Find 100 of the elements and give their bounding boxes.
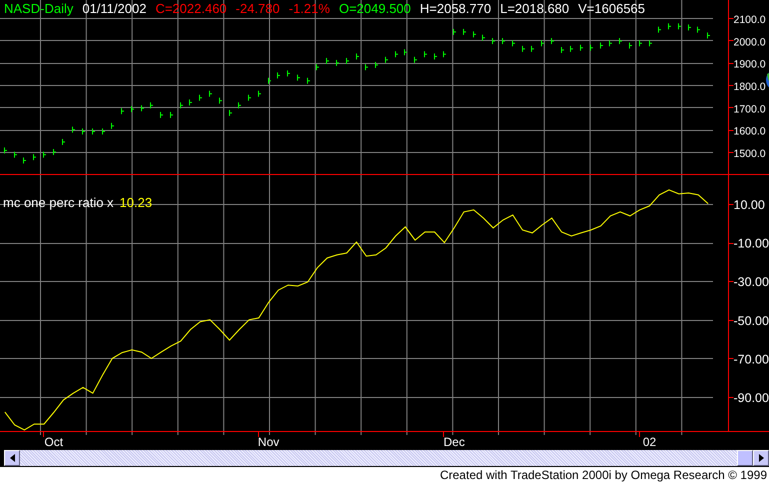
- credit-text: Created with TradeStation 2000i by Omega Research © 1999: [440, 468, 767, 482]
- quote-text: NASD-Daily: [4, 1, 74, 16]
- price-bar: [287, 70, 290, 76]
- price-bar: [629, 42, 632, 49]
- left-arrow-icon: [10, 454, 14, 462]
- price-bar: [541, 40, 544, 46]
- scroll-right-button[interactable]: [753, 450, 769, 466]
- axis-label: 1600.0: [734, 126, 766, 138]
- price-bar: [688, 24, 691, 30]
- quote-text: L=2018.680: [500, 1, 570, 16]
- price-bar: [14, 152, 17, 158]
- price-bar: [600, 42, 603, 49]
- axis-label: -70.00: [734, 352, 769, 366]
- indicator-name: mc one perc ratio x: [3, 195, 114, 210]
- price-bar: [502, 38, 505, 44]
- price-bar: [316, 64, 319, 70]
- price-bar: [424, 51, 427, 58]
- price-bar: [307, 78, 310, 84]
- price-bar: [375, 62, 378, 68]
- price-bar: [131, 106, 134, 112]
- price-bar: [62, 138, 65, 145]
- quote-text: V=1606565: [578, 1, 646, 16]
- price-bar: [229, 110, 232, 116]
- price-bar: [356, 53, 359, 60]
- price-bar: [268, 78, 271, 84]
- price-bar: [209, 90, 212, 97]
- price-bar: [277, 72, 280, 78]
- price-bar: [258, 90, 261, 97]
- price-bar: [482, 34, 485, 41]
- price-bar: [395, 51, 398, 58]
- scroll-left-button[interactable]: [4, 450, 20, 466]
- price-bar: [82, 128, 85, 134]
- price-bar: [434, 53, 437, 60]
- price-bar: [512, 40, 515, 46]
- indicator-value: 10.23: [120, 195, 152, 210]
- price-bar: [102, 128, 105, 134]
- price-bar: [561, 47, 564, 53]
- price-bar: [150, 102, 153, 108]
- axis-label: 10.00: [734, 198, 765, 212]
- price-bar: [580, 44, 583, 51]
- price-bar: [336, 60, 339, 66]
- axis-label: 1500.0: [734, 148, 766, 160]
- month-label: 02: [642, 435, 656, 449]
- price-bar: [463, 28, 466, 35]
- price-bar: [707, 32, 710, 38]
- price-bar: [678, 23, 681, 30]
- quote-text: -24.780: [236, 1, 280, 16]
- month-label: Oct: [44, 435, 64, 449]
- axis-label: -30.00: [734, 275, 769, 290]
- month-label: Dec: [444, 435, 465, 449]
- price-bar: [189, 99, 192, 106]
- price-bar: [590, 44, 593, 51]
- price-bar: [53, 149, 56, 155]
- price-bar: [365, 64, 368, 70]
- axis-label: 2000.0: [734, 36, 766, 48]
- price-bar: [326, 58, 329, 64]
- price-bar: [551, 38, 554, 44]
- price-bar: [33, 154, 36, 160]
- price-bar: [346, 58, 349, 64]
- axis-label: 1900.0: [734, 58, 766, 71]
- price-bar: [72, 126, 75, 133]
- price-bar: [141, 105, 144, 112]
- quote-text: -1.21%: [288, 1, 330, 16]
- price-bar: [385, 56, 388, 63]
- quote-text: H=2058.770: [420, 1, 492, 16]
- price-bar: [297, 74, 300, 81]
- price-bar: [199, 94, 202, 101]
- price-bar: [443, 51, 446, 58]
- price-bar: [219, 98, 222, 104]
- price-bar: [522, 46, 525, 52]
- price-bar: [23, 158, 26, 164]
- axis-label: -50.00: [734, 314, 769, 328]
- price-bar: [111, 122, 114, 129]
- price-bar: [658, 26, 661, 33]
- price-bar: [649, 40, 652, 46]
- price-bar: [609, 40, 612, 46]
- quote-text: O=2049.500: [338, 1, 411, 16]
- price-bar: [570, 46, 573, 52]
- price-bar: [170, 112, 173, 118]
- axis-label: 1700.0: [734, 103, 766, 116]
- price-bar: [121, 108, 124, 114]
- axis-label: -90.00: [734, 391, 769, 406]
- price-bar: [180, 102, 183, 108]
- axis-label: 1800.0: [734, 81, 766, 94]
- quote-text: C=2022.460: [155, 1, 227, 16]
- axis-label: -10.00: [734, 236, 769, 251]
- scrollbar-thumb[interactable]: [737, 450, 753, 466]
- price-bar: [697, 26, 700, 33]
- axis-label: 2100.0: [734, 14, 766, 26]
- price-bar: [414, 56, 417, 63]
- price-bar: [43, 152, 46, 158]
- price-bar: [160, 112, 163, 118]
- price-bar: [531, 46, 534, 52]
- price-bar: [92, 128, 95, 134]
- price-bar: [639, 40, 642, 46]
- price-bar: [619, 38, 622, 44]
- price-bar: [404, 49, 407, 56]
- quote-text: 01/11/2002: [82, 1, 146, 16]
- price-bar: [473, 31, 476, 38]
- price-bar: [248, 94, 251, 101]
